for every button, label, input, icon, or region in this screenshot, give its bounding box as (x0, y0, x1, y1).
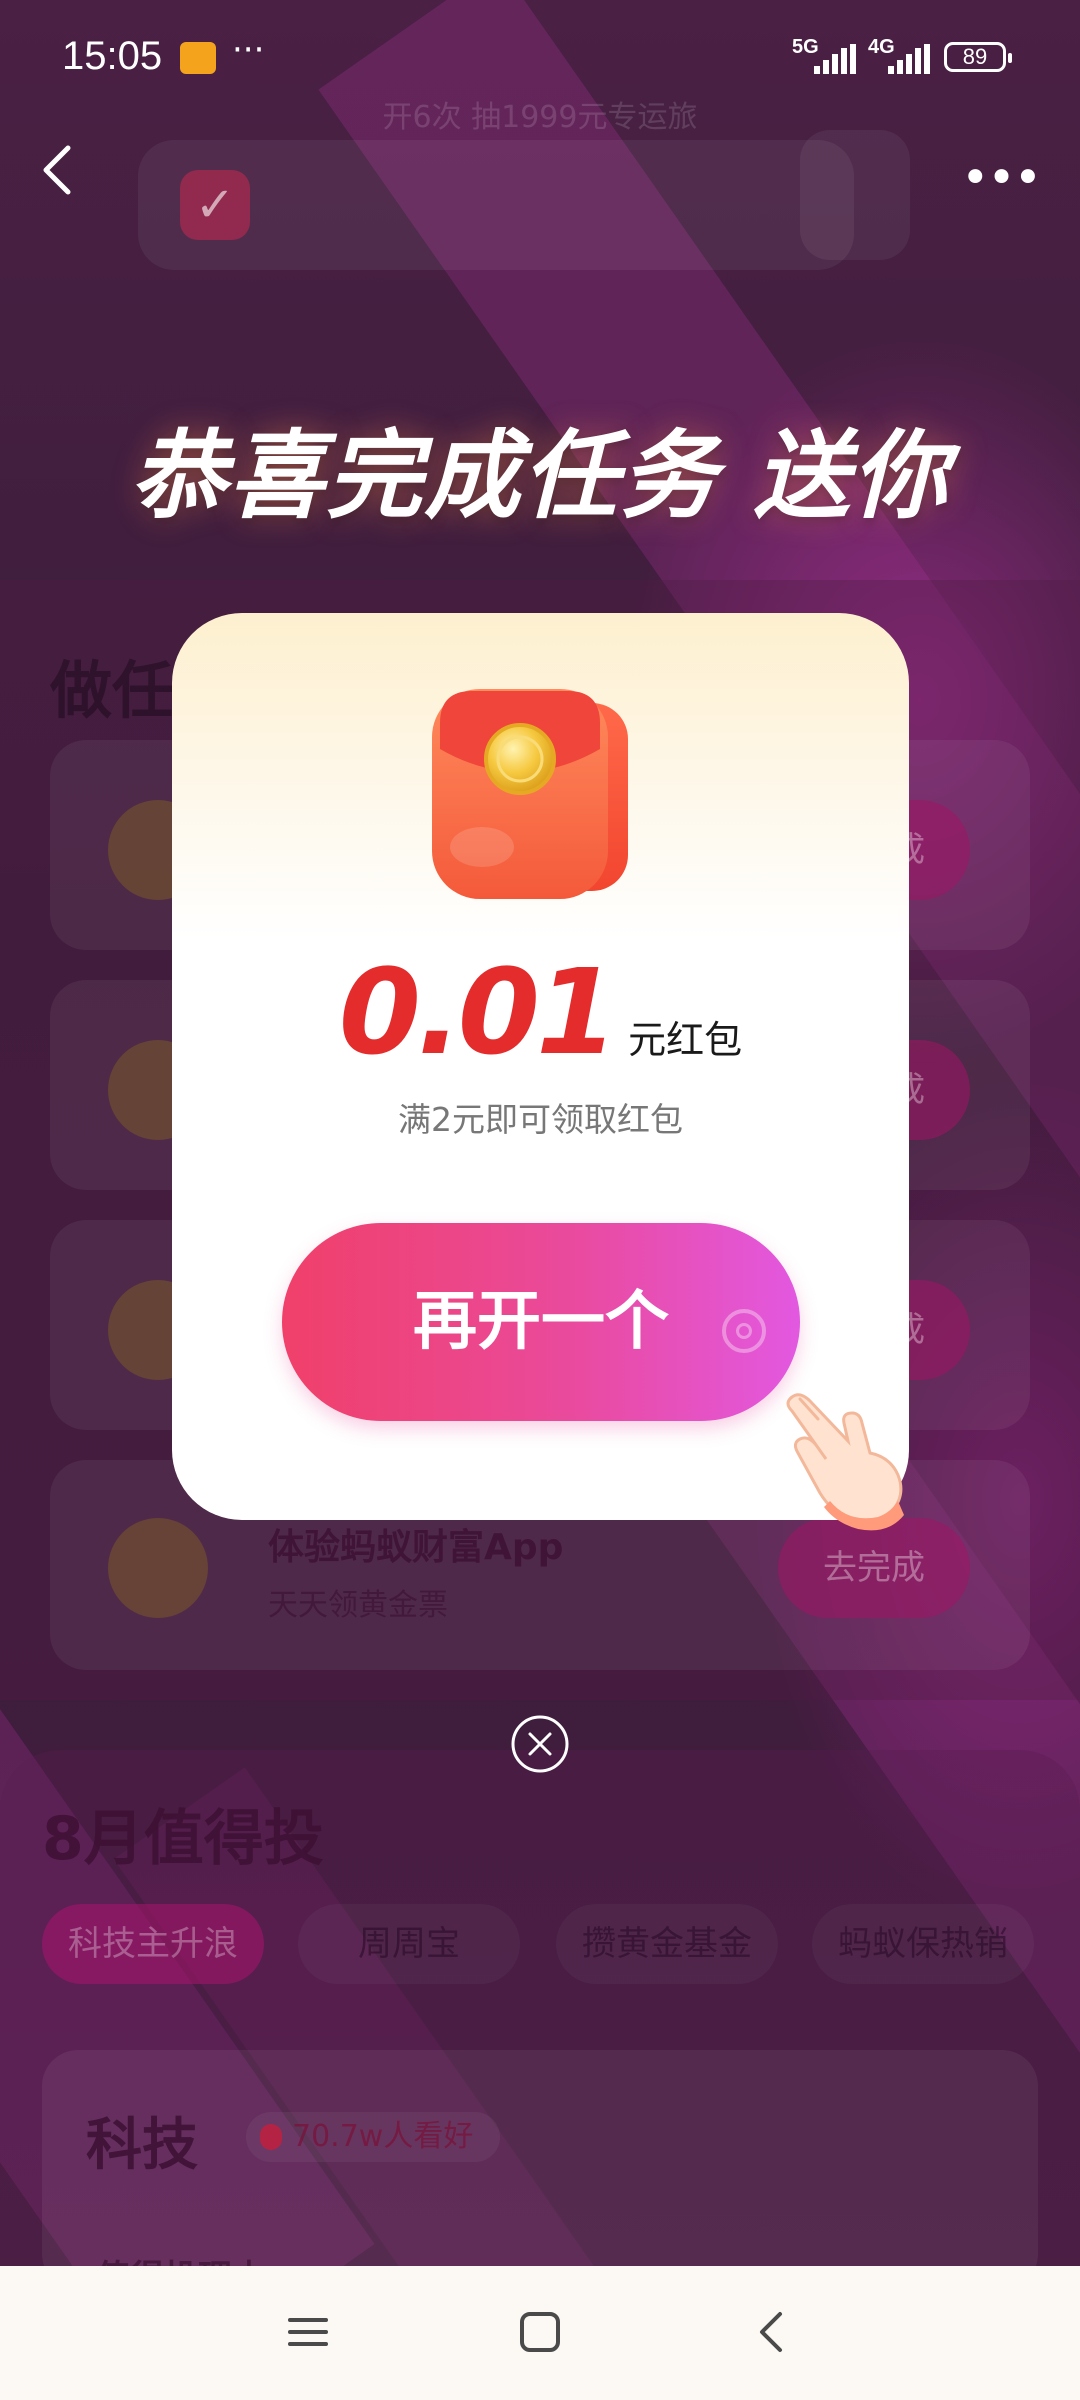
open-another-button[interactable]: 再开一个 (282, 1223, 800, 1421)
chip-weekly[interactable]: 周周宝 (298, 1904, 520, 1984)
square-home-icon (520, 2312, 560, 2352)
invest-section-title: 8月值得投 (42, 1804, 324, 1874)
back-triangle-icon (760, 2312, 782, 2352)
notification-app-icon (180, 42, 216, 74)
task-section-title: 做任 (50, 654, 175, 727)
signal-5g-icon (814, 44, 858, 74)
fund-card-badge: 70.7w人看好 (246, 2112, 500, 2162)
battery-icon: 89 (944, 42, 1012, 72)
fund-card-reason: 值得投理由 (96, 2250, 266, 2266)
status-bar: 15:05 ··· 5G 4G 89 (0, 0, 1080, 120)
tap-ripple-icon (722, 1309, 766, 1353)
reward-headline: 恭喜完成任务 送你 (130, 420, 950, 532)
chip-gold-fund[interactable]: 攒黄金基金 (556, 1904, 778, 1984)
chip-tech[interactable]: 科技主升浪 (42, 1904, 264, 1984)
back-button[interactable] (34, 140, 84, 200)
home-button[interactable] (510, 2302, 570, 2362)
signal-4g-icon (888, 44, 932, 74)
reward-amount-unit: 元红包 (628, 1018, 743, 1062)
status-more-dots: ··· (232, 30, 265, 70)
close-modal-button[interactable] (510, 1714, 570, 1774)
menu-icon (288, 2318, 328, 2346)
reward-amount-row: 0.01 元红包 (172, 943, 909, 1081)
recents-button[interactable] (278, 2302, 338, 2362)
pointing-hand-icon (778, 1383, 918, 1533)
chip-insurance[interactable]: 蚂蚁保热销 (812, 1904, 1034, 1984)
more-menu-button[interactable]: ••• (961, 150, 1042, 206)
fund-card-title: 科技 (86, 2113, 198, 2178)
reward-amount: 0.01 (338, 943, 618, 1081)
status-time: 15:05 (62, 34, 163, 78)
reward-modal: 0.01 元红包 满2元即可领取红包 再开一个 (172, 613, 909, 1531)
task-title: 体验蚂蚁财富App (268, 1527, 564, 1568)
checkin-check-icon: ✓ (180, 170, 250, 240)
mascot-badge (800, 130, 910, 260)
task-subtitle: 天天领黄金票 (268, 1588, 448, 1623)
reward-hint: 满2元即可领取红包 (398, 1100, 683, 1139)
system-back-button[interactable] (742, 2302, 802, 2362)
close-circle-icon (511, 1715, 569, 1773)
chevron-left-icon (43, 145, 71, 195)
coin-icon (108, 1518, 208, 1618)
system-navigation-bar (0, 2266, 1080, 2400)
red-envelope-icon (422, 677, 662, 917)
